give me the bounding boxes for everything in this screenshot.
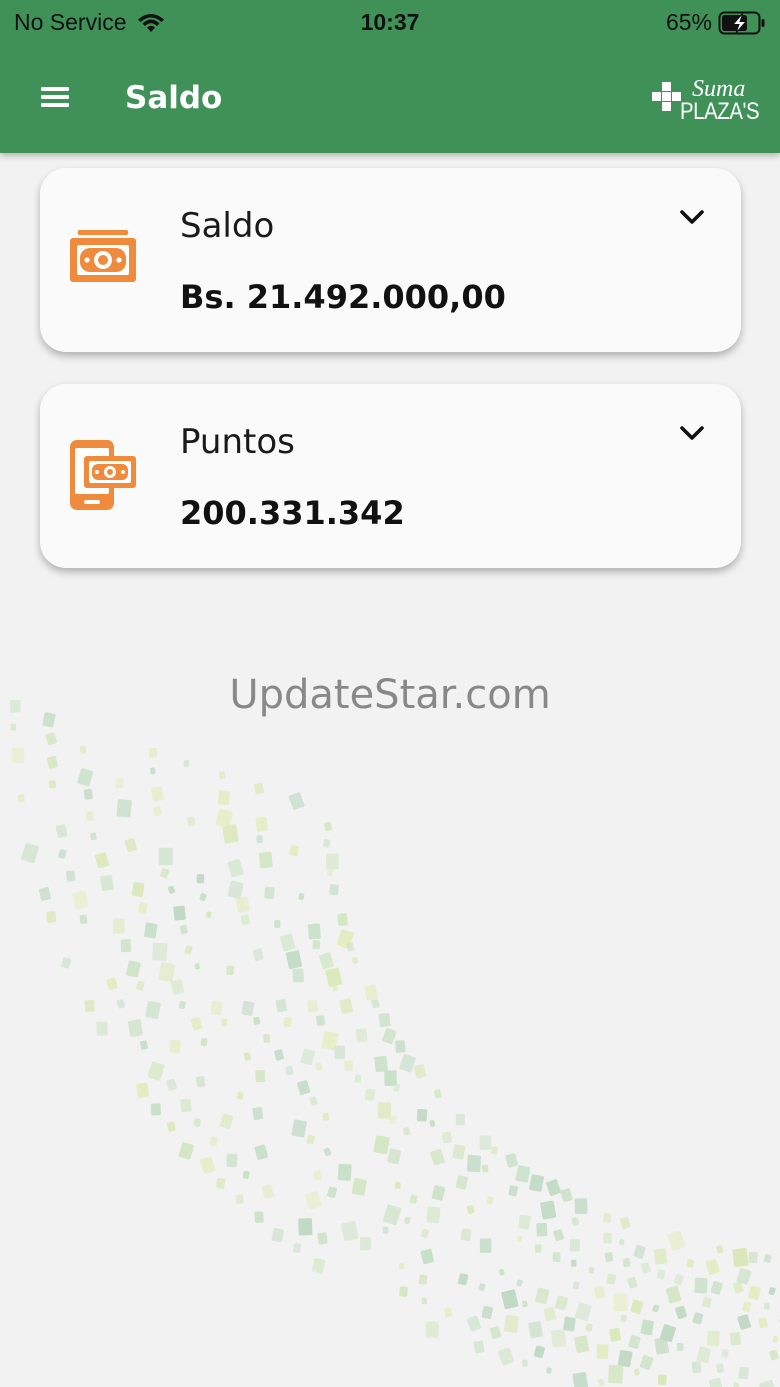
status-bar: No Service 10:37 65% [0, 0, 780, 44]
points-value: 200.331.342 [180, 494, 405, 532]
app-header: No Service 10:37 65% Saldo Suma PLAZA'S [0, 0, 780, 153]
chevron-down-icon[interactable] [677, 206, 707, 230]
mobile-payment-icon [70, 440, 136, 510]
logo-text-plazas: PLAZA'S [680, 98, 760, 125]
chevron-down-icon[interactable] [677, 422, 707, 446]
battery-percent: 65% [665, 9, 712, 35]
background-pattern [10, 699, 780, 1387]
points-title: Puntos [180, 422, 295, 462]
balance-value: Bs. 21.492.000,00 [180, 278, 506, 316]
battery-status: 65% [666, 9, 766, 36]
suma-plazas-logo: Suma PLAZA'S [652, 74, 764, 126]
balance-card[interactable]: Saldo Bs. 21.492.000,00 [40, 168, 741, 352]
watermark: UpdateStar.com [229, 672, 551, 718]
points-card[interactable]: Puntos 200.331.342 [40, 384, 741, 568]
status-time: 10:37 [360, 9, 420, 35]
logo-mark-icon [652, 82, 682, 112]
page-title: Saldo [125, 80, 223, 116]
cash-icon [70, 230, 136, 282]
balance-title: Saldo [180, 206, 275, 246]
toolbar: Saldo Suma PLAZA'S [0, 60, 780, 138]
battery-charging-icon [718, 11, 765, 34]
menu-icon[interactable] [38, 84, 72, 114]
